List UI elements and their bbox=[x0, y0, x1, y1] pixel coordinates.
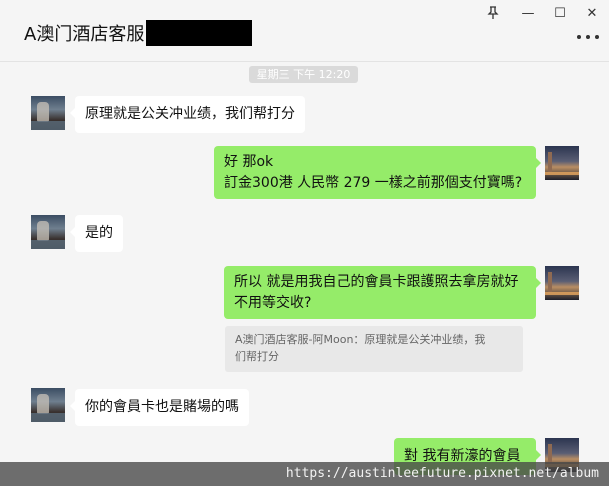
title-bar: A澳门酒店客服 — ☐ ✕ bbox=[0, 0, 609, 62]
message-line: 好 那ok bbox=[224, 154, 274, 170]
message-text: 原理就是公关冲业绩，我们帮打分 bbox=[85, 106, 295, 122]
message-line: 所以 就是用我自己的會員卡跟護照去拿房就好 bbox=[234, 274, 519, 290]
chat-title-text: A澳门酒店客服 bbox=[24, 24, 145, 45]
timestamp-divider: 星期三 下午 12:20 bbox=[249, 66, 358, 83]
message-bubble-outgoing[interactable]: 所以 就是用我自己的會員卡跟護照去拿房就好 不用等交收? bbox=[224, 266, 541, 319]
maximize-button[interactable]: ☐ bbox=[548, 2, 572, 24]
more-options-icon[interactable] bbox=[577, 30, 599, 44]
message-bubble-incoming[interactable]: 原理就是公关冲业绩，我们帮打分 bbox=[70, 96, 305, 133]
message-bubble-incoming[interactable]: 你的會員卡也是賭場的嗎 bbox=[70, 389, 249, 426]
message-bubble-outgoing[interactable]: 好 那ok 訂金300港 人民幣 279 一樣之前那個支付寶嗎? bbox=[214, 146, 541, 199]
close-button[interactable]: ✕ bbox=[580, 2, 604, 24]
minimize-button[interactable]: — bbox=[516, 2, 540, 24]
redacted-name-block bbox=[146, 20, 253, 46]
message-text: 你的會員卡也是賭場的嗎 bbox=[85, 399, 239, 415]
message-text: 是的 bbox=[85, 225, 113, 241]
my-avatar[interactable] bbox=[545, 266, 579, 300]
message-line: 不用等交收? bbox=[234, 295, 312, 311]
contact-avatar[interactable] bbox=[31, 388, 65, 422]
watermark-url: https://austinleefuture.pixnet.net/album bbox=[0, 462, 609, 486]
message-line: 訂金300港 人民幣 279 一樣之前那個支付寶嗎? bbox=[224, 175, 523, 191]
chat-title: A澳门酒店客服 bbox=[24, 20, 253, 46]
quoted-reply[interactable]: A澳门酒店客服-阿Moon：原理就是公关冲业绩，我 们帮打分 bbox=[225, 326, 523, 372]
quote-line: 们帮打分 bbox=[235, 350, 279, 363]
quote-line: A澳门酒店客服-阿Moon：原理就是公关冲业绩，我 bbox=[235, 333, 486, 346]
contact-avatar[interactable] bbox=[31, 96, 65, 130]
pin-icon[interactable] bbox=[481, 2, 505, 24]
my-avatar[interactable] bbox=[545, 146, 579, 180]
contact-avatar[interactable] bbox=[31, 215, 65, 249]
message-bubble-incoming[interactable]: 是的 bbox=[70, 215, 123, 252]
